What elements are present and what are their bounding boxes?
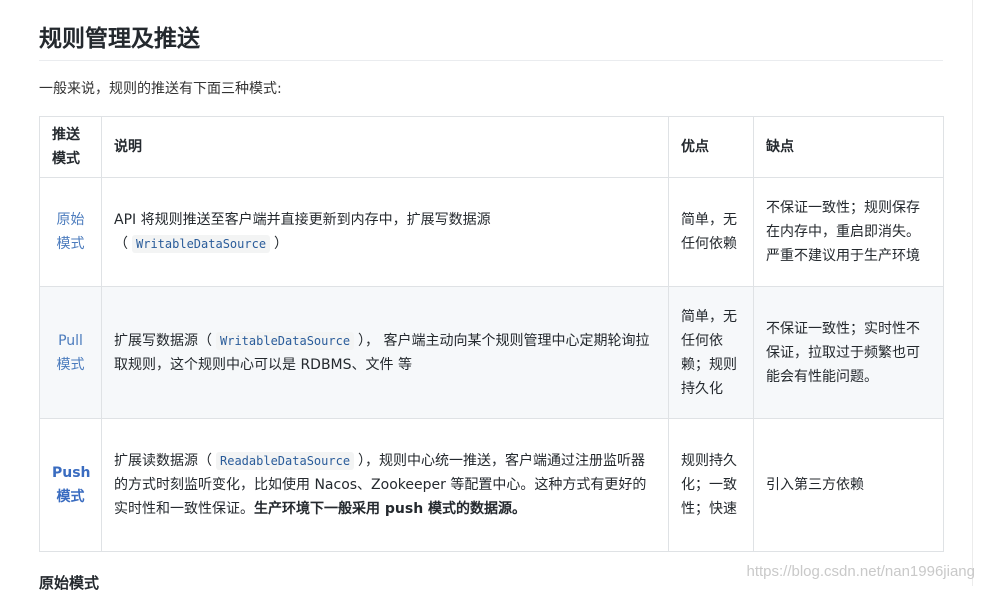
row-mode: Pull 模式 — [39, 286, 102, 419]
code-inline: ReadableDataSource — [216, 452, 355, 470]
table-row: 原始模式 API 将规则推送至客户端并直接更新到内存中，扩展写数据源（ Writa… — [39, 177, 944, 287]
table-row: Pull 模式 扩展写数据源（ WritableDataSource）， 客户端主… — [39, 286, 944, 419]
header-pros: 优点 — [668, 116, 754, 178]
code-inline: WritableDataSource — [132, 235, 271, 253]
row-desc: 扩展写数据源（ WritableDataSource）， 客户端主动向某个规则管理… — [101, 286, 669, 419]
row-cons: 引入第三方依赖 — [753, 418, 944, 552]
desc-text: ） — [274, 236, 289, 252]
header-cons: 缺点 — [753, 116, 944, 178]
row-mode: Push 模式 — [39, 418, 102, 552]
row-cons: 不保证一致性；规则保存在内存中，重启即消失。严重不建议用于生产环境 — [753, 177, 944, 287]
table-row: Push 模式 扩展读数据源（ ReadableDataSource ），规则中心统… — [39, 418, 944, 552]
row-pros: 规则持久化；一致性；快速 — [668, 418, 754, 552]
next-section-heading: 原始模式 — [39, 574, 100, 592]
table-header-row: 推送模式 说明 优点 缺点 — [39, 116, 944, 178]
code-inline: WritableDataSource — [216, 331, 355, 350]
row-desc: API 将规则推送至客户端并直接更新到内存中，扩展写数据源（ WritableDa… — [101, 177, 669, 287]
row-mode: 原始模式 — [39, 177, 102, 287]
heading-divider — [39, 60, 943, 61]
intro-paragraph: 一般来说，规则的推送有下面三种模式: — [39, 81, 282, 97]
section-heading: 规则管理及推送 — [39, 26, 200, 52]
desc-text: 扩展读数据源（ — [114, 453, 212, 469]
desc-text: 扩展写数据源（ — [114, 332, 212, 349]
page-scrollbar[interactable] — [972, 0, 983, 586]
row-desc: 扩展读数据源（ ReadableDataSource ），规则中心统一推送，客户端通… — [101, 418, 669, 552]
row-pros: 简单，无任何依赖 — [668, 177, 754, 287]
watermark: https://blog.csdn.net/nan1996jiang — [746, 563, 975, 580]
row-cons: 不保证一致性；实时性不保证，拉取过于频繁也可能会有性能问题。 — [753, 286, 944, 419]
push-modes-table: 推送模式 说明 优点 缺点 原始模式 API 将规则推送至客户端并直接更新到内存… — [39, 116, 944, 552]
header-mode: 推送模式 — [39, 116, 102, 178]
row-pros: 简单，无任何依赖；规则持久化 — [668, 286, 754, 419]
header-desc: 说明 — [101, 116, 669, 178]
desc-bold-text: 生产环境下一般采用 push 模式的数据源。 — [254, 501, 527, 517]
